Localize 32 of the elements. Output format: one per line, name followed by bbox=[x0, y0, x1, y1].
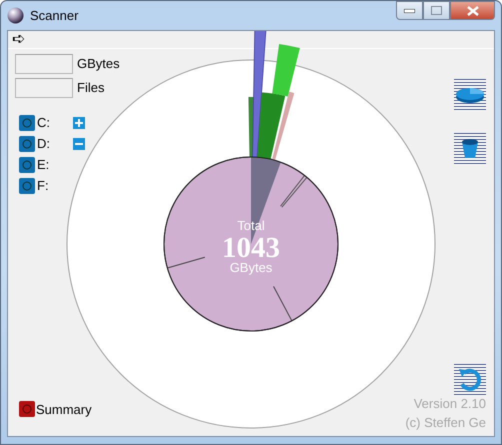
summary-label[interactable]: Summary bbox=[36, 400, 92, 419]
drive-label[interactable]: F: bbox=[37, 176, 71, 196]
forward-arrow-button[interactable]: ➪ bbox=[12, 32, 25, 48]
bucket-icon bbox=[461, 138, 479, 160]
refresh-icon bbox=[456, 366, 484, 394]
drive-icon bbox=[19, 136, 35, 152]
version-text: Version 2.10 bbox=[412, 395, 486, 413]
close-icon bbox=[466, 6, 478, 16]
minimize-button[interactable] bbox=[396, 1, 423, 20]
value-field bbox=[15, 54, 73, 74]
window-title: Scanner bbox=[30, 6, 78, 25]
drive-label[interactable]: C: bbox=[37, 112, 71, 132]
copyright-text: (c) Steffen Ge bbox=[405, 414, 486, 432]
refresh-button[interactable] bbox=[454, 364, 486, 396]
value-field bbox=[15, 78, 73, 98]
app-orb-icon bbox=[7, 7, 24, 24]
expand-icon[interactable] bbox=[73, 117, 85, 130]
drive-icon bbox=[19, 156, 35, 172]
pie-chart-button[interactable] bbox=[454, 79, 486, 111]
drive-icon bbox=[19, 114, 35, 130]
field-label: Files bbox=[77, 79, 104, 98]
collapse-icon[interactable] bbox=[73, 138, 85, 150]
drive-label[interactable]: E: bbox=[37, 154, 71, 174]
pie-chart-icon bbox=[455, 86, 485, 104]
close-button[interactable] bbox=[450, 1, 495, 20]
field-label: GBytes bbox=[77, 55, 120, 74]
drive-icon bbox=[19, 401, 35, 418]
bucket-button[interactable] bbox=[454, 133, 486, 165]
drive-label[interactable]: D: bbox=[37, 134, 71, 154]
drive-icon bbox=[19, 178, 35, 194]
maximize-icon bbox=[431, 6, 442, 15]
minimize-icon bbox=[404, 8, 415, 12]
